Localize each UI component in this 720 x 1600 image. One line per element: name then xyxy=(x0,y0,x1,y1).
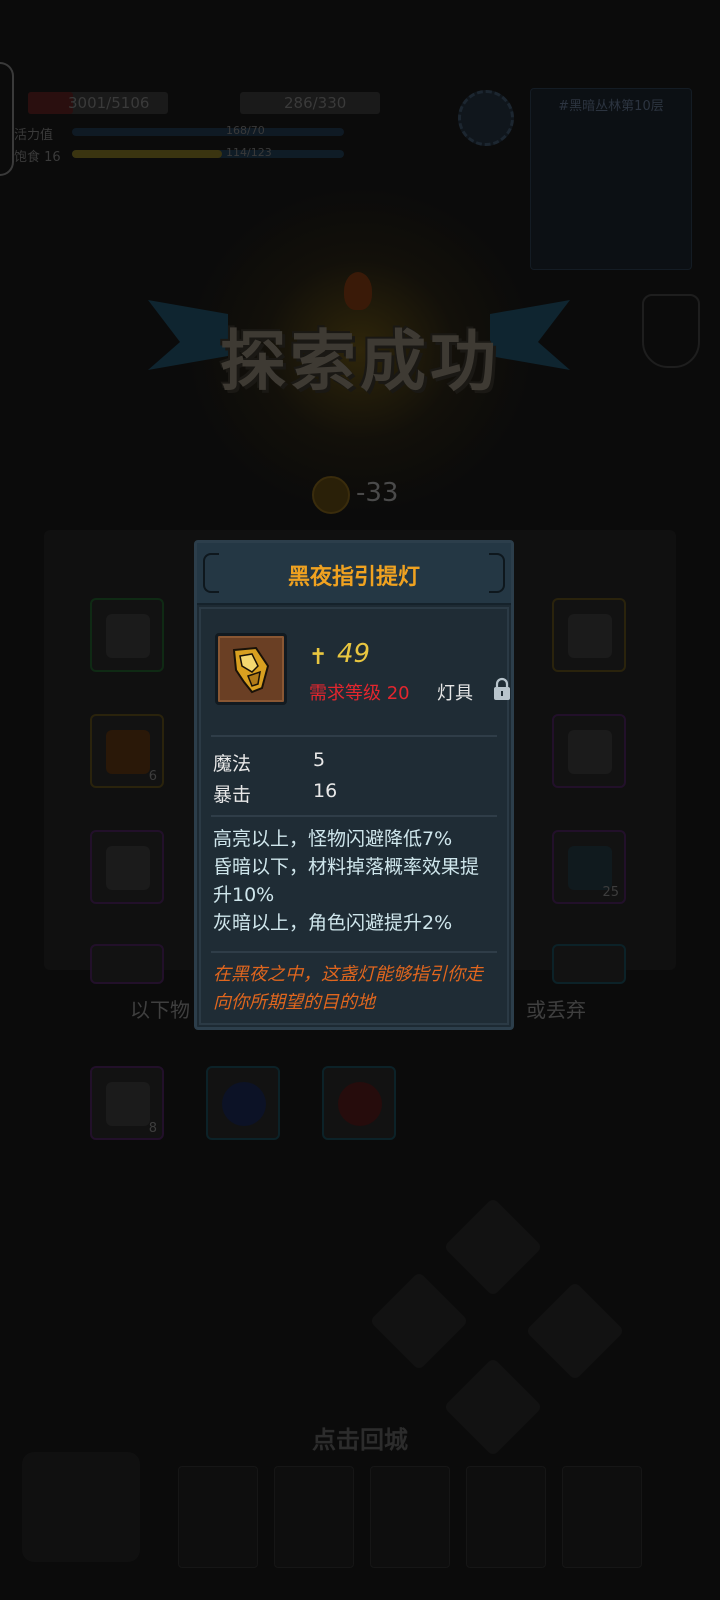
item-tooltip: 黑夜指引提灯 ✝ 49 需求等级 20 灯具 魔法 5 暴击 16 高亮以上，怪… xyxy=(194,540,514,1030)
level-requirement: 需求等级 20 xyxy=(309,683,410,704)
return-to-town-button[interactable]: 点击回城 xyxy=(0,1420,720,1455)
minimap[interactable]: #黑暗丛林第10层 xyxy=(530,88,692,270)
stat1-label: 活力值 xyxy=(14,128,54,143)
result-title: 探索成功 xyxy=(220,323,500,400)
divider xyxy=(211,951,497,953)
dpad-right[interactable] xyxy=(525,1281,625,1381)
effects-list: 高亮以上，怪物闪避降低7% 昏暗以下，材料掉落概率效果提升10% 灰暗以上，角色… xyxy=(213,825,495,937)
stat2-label: 饱食 16 xyxy=(14,150,61,165)
stat1-value: 168/70 xyxy=(226,124,265,137)
coin-icon xyxy=(312,476,350,514)
item-power: 49 xyxy=(337,639,371,669)
loot-slot[interactable] xyxy=(90,598,164,672)
loot-slot[interactable] xyxy=(90,830,164,904)
stat2-value: 114/123 xyxy=(226,146,272,159)
effect-line: 灰暗以上，角色闪避提升2% xyxy=(213,912,453,934)
lock-icon[interactable] xyxy=(492,677,512,701)
mp-bar: 286/330 xyxy=(240,92,380,114)
map-title: #黑暗丛林第10层 xyxy=(558,99,664,114)
dpad-left[interactable] xyxy=(369,1271,469,1371)
mp-text: 286/330 xyxy=(284,94,347,112)
hint-left: 以下物 xyxy=(130,998,190,1022)
tooltip-header: 黑夜指引提灯 xyxy=(197,543,511,605)
loot-slot[interactable] xyxy=(90,944,164,984)
bag-slot[interactable] xyxy=(206,1066,280,1140)
back-button[interactable] xyxy=(0,62,14,176)
flame-icon xyxy=(344,272,372,310)
backpack-icon[interactable] xyxy=(22,1452,140,1562)
stat-value: 5 xyxy=(313,749,326,771)
quick-slot[interactable] xyxy=(178,1466,258,1568)
loot-slot[interactable]: 25 xyxy=(552,830,626,904)
loot-slot[interactable] xyxy=(552,944,626,984)
bag-slot[interactable] xyxy=(322,1066,396,1140)
flavor-text: 在黑夜之中，这盏灯能够指引你走向你所期望的目的地 xyxy=(213,964,483,1013)
effect-line: 高亮以上，怪物闪避降低7% xyxy=(213,828,453,850)
slot-count: 8 xyxy=(148,1121,157,1136)
slot-count: 25 xyxy=(602,885,619,900)
loot-slot[interactable] xyxy=(552,714,626,788)
hp-text: 3001/5106 xyxy=(68,94,150,112)
settings-gear-icon[interactable] xyxy=(458,90,514,146)
stat-value: 16 xyxy=(313,780,338,802)
bag-slot[interactable]: 8 xyxy=(90,1066,164,1140)
lantern-item-icon xyxy=(215,633,287,705)
hp-bar: 3001/5106 xyxy=(28,92,168,114)
item-name: 黑夜指引提灯 xyxy=(287,565,420,590)
loot-slot[interactable] xyxy=(552,598,626,672)
hint-right: 或丢弃 xyxy=(526,998,586,1022)
stat-name: 暴击 xyxy=(213,784,252,806)
stat1-bar xyxy=(72,128,344,136)
dpad-up[interactable] xyxy=(443,1197,543,1297)
item-type: 灯具 xyxy=(437,683,473,704)
divider xyxy=(211,815,497,817)
coin-change: -33 xyxy=(356,478,399,508)
tooltip-body: ✝ 49 需求等级 20 灯具 魔法 5 暴击 16 高亮以上，怪物闪避降低7%… xyxy=(199,607,512,1025)
quick-slot[interactable] xyxy=(466,1466,546,1568)
stat2-bar xyxy=(72,150,344,158)
loot-slot[interactable]: 6 xyxy=(90,714,164,788)
quick-slot[interactable] xyxy=(370,1466,450,1568)
effect-line: 昏暗以下，材料掉落概率效果提升10% xyxy=(213,856,480,906)
quick-slot[interactable] xyxy=(562,1466,642,1568)
quick-slot[interactable] xyxy=(274,1466,354,1568)
dagger-power-icon: ✝ xyxy=(309,645,328,670)
divider xyxy=(211,735,497,737)
slot-count: 6 xyxy=(148,769,157,784)
stat-name: 魔法 xyxy=(213,753,252,775)
